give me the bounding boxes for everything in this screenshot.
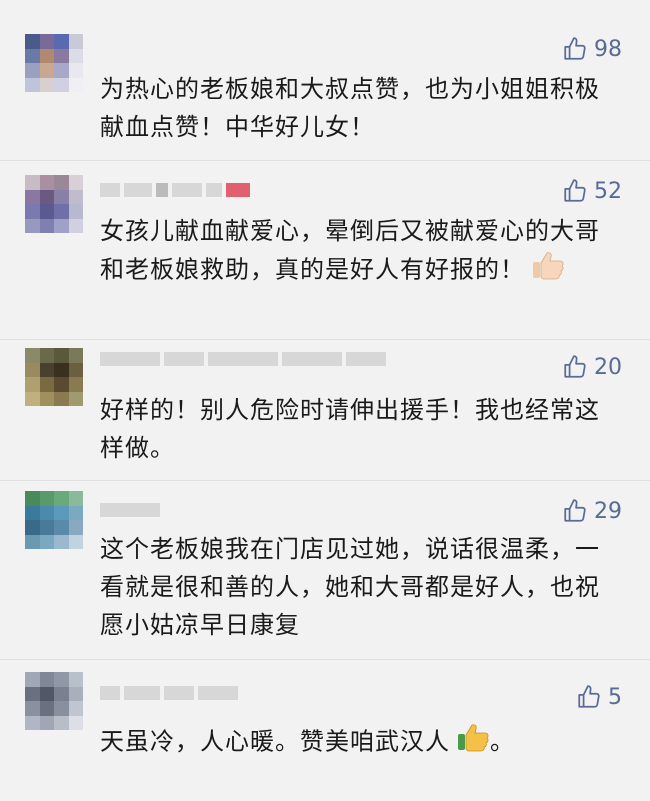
- thumbs-up-emoji: [531, 250, 565, 291]
- username-blurred: [100, 352, 386, 366]
- thumbs-up-outline-icon: [564, 499, 586, 522]
- avatar[interactable]: [25, 491, 83, 549]
- username-blurred: [100, 183, 250, 197]
- thumbs-up-outline-icon: [564, 179, 586, 202]
- avatar[interactable]: [25, 175, 83, 233]
- comment-item: 20 好样的！别人危险时请伸出援手！我也经常这样做。: [0, 340, 650, 480]
- like-button[interactable]: 98: [562, 36, 622, 62]
- avatar[interactable]: [25, 672, 83, 730]
- comment-text: 女孩儿献血献爱心，晕倒后又被献爱心的大哥和老板娘救助，真的是好人有好报的！: [100, 212, 610, 291]
- thumbs-up-outline-icon: [564, 37, 586, 60]
- comment-text: 天虽冷，人心暖。赞美咱武汉人。: [100, 722, 610, 763]
- comment-item: 52 女孩儿献血献爱心，晕倒后又被献爱心的大哥和老板娘救助，真的是好人有好报的！: [0, 161, 650, 339]
- avatar[interactable]: [25, 348, 83, 406]
- like-button[interactable]: 5: [576, 684, 622, 710]
- like-count: 98: [594, 36, 622, 62]
- like-count: 20: [594, 354, 622, 380]
- comment-text: 好样的！别人危险时请伸出援手！我也经常这样做。: [100, 396, 600, 462]
- comment-text: 这个老板娘我在门店见过她，说话很温柔，一看就是很和善的人，她和大哥都是好人，也祝…: [100, 535, 600, 639]
- thumbs-up-outline-icon: [564, 355, 586, 378]
- comment-text: 为热心的老板娘和大叔点赞，也为小姐姐积极献血点赞！中华好儿女！: [100, 75, 600, 141]
- like-button[interactable]: 20: [562, 354, 622, 380]
- thumbs-up-emoji: [456, 722, 490, 763]
- comment-item: 5 天虽冷，人心暖。赞美咱武汉人。: [0, 660, 650, 801]
- like-button[interactable]: 29: [562, 498, 622, 524]
- username-blurred: [100, 686, 238, 700]
- username-blurred: [100, 503, 160, 517]
- comment-item: 98 为热心的老板娘和大叔点赞，也为小姐姐积极献血点赞！中华好儿女！: [0, 0, 650, 160]
- comment-item: 29 这个老板娘我在门店见过她，说话很温柔，一看就是很和善的人，她和大哥都是好人…: [0, 481, 650, 659]
- like-count: 52: [594, 178, 622, 204]
- like-count: 5: [608, 684, 622, 710]
- avatar[interactable]: [25, 34, 83, 92]
- thumbs-up-outline-icon: [578, 685, 600, 708]
- like-button[interactable]: 52: [562, 178, 622, 204]
- like-count: 29: [594, 498, 622, 524]
